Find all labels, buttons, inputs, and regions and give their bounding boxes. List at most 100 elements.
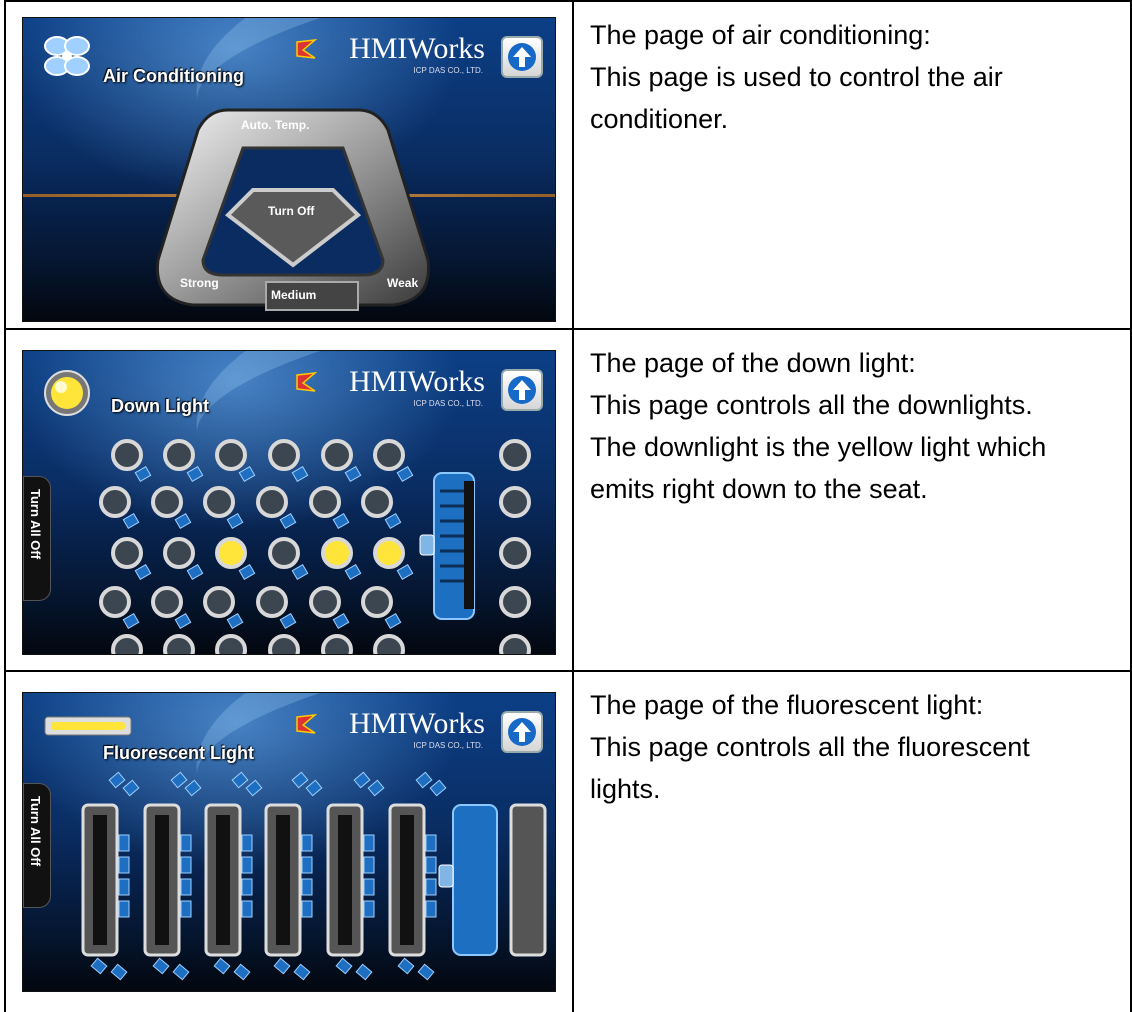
light-switch[interactable] xyxy=(293,963,311,981)
downlight-button[interactable] xyxy=(309,586,341,618)
light-switch[interactable] xyxy=(425,856,437,874)
light-switch[interactable] xyxy=(122,512,140,530)
back-button[interactable] xyxy=(501,711,543,753)
downlight-button[interactable] xyxy=(321,439,353,471)
downlight-button[interactable] xyxy=(268,439,300,471)
downlight-button[interactable] xyxy=(111,439,143,471)
light-switch[interactable] xyxy=(241,900,253,918)
light-switch[interactable] xyxy=(118,856,130,874)
slider-knob[interactable] xyxy=(438,864,454,888)
light-switch[interactable] xyxy=(363,856,375,874)
medium-button[interactable]: Medium xyxy=(271,288,316,302)
light-switch[interactable] xyxy=(134,563,152,581)
light-switch[interactable] xyxy=(273,957,291,975)
light-switch[interactable] xyxy=(174,512,192,530)
light-switch[interactable] xyxy=(184,779,202,797)
light-switch[interactable] xyxy=(213,957,231,975)
turn-all-off-button[interactable]: Turn All Off xyxy=(23,476,51,601)
light-switch[interactable] xyxy=(118,878,130,896)
light-switch[interactable] xyxy=(429,779,447,797)
light-switch[interactable] xyxy=(363,878,375,896)
downlight-button[interactable] xyxy=(268,537,300,569)
dimmer-slider[interactable] xyxy=(418,471,478,621)
light-switch[interactable] xyxy=(152,957,170,975)
downlight-button[interactable] xyxy=(111,634,143,655)
light-switch[interactable] xyxy=(397,957,415,975)
light-switch[interactable] xyxy=(363,834,375,852)
light-switch[interactable] xyxy=(118,900,130,918)
light-switch[interactable] xyxy=(332,512,350,530)
light-switch[interactable] xyxy=(355,963,373,981)
light-switch[interactable] xyxy=(425,878,437,896)
light-switch[interactable] xyxy=(245,779,263,797)
light-switch[interactable] xyxy=(134,465,152,483)
light-switch[interactable] xyxy=(108,771,126,789)
light-switch[interactable] xyxy=(279,512,297,530)
light-switch[interactable] xyxy=(122,612,140,630)
light-switch[interactable] xyxy=(396,563,414,581)
light-switch[interactable] xyxy=(291,563,309,581)
downlight-button[interactable] xyxy=(215,634,247,655)
light-switch[interactable] xyxy=(172,963,190,981)
downlight-button[interactable] xyxy=(256,486,288,518)
downlight-button[interactable] xyxy=(499,537,531,569)
turn-all-off-button[interactable]: Turn All Off xyxy=(23,783,51,908)
downlight-button[interactable] xyxy=(203,486,235,518)
light-switch[interactable] xyxy=(231,771,249,789)
auto-temp-button[interactable]: Auto. Temp. xyxy=(241,118,309,132)
downlight-button[interactable] xyxy=(361,586,393,618)
downlight-button[interactable] xyxy=(215,439,247,471)
light-switch[interactable] xyxy=(305,779,323,797)
back-button[interactable] xyxy=(501,36,543,78)
light-switch[interactable] xyxy=(335,957,353,975)
downlight-button[interactable] xyxy=(309,486,341,518)
downlight-button[interactable] xyxy=(256,586,288,618)
turn-off-button[interactable]: Turn Off xyxy=(268,204,314,218)
light-switch[interactable] xyxy=(417,963,435,981)
light-switch[interactable] xyxy=(186,563,204,581)
light-switch[interactable] xyxy=(238,465,256,483)
downlight-button[interactable] xyxy=(321,634,353,655)
downlight-button[interactable] xyxy=(151,486,183,518)
light-switch[interactable] xyxy=(180,878,192,896)
light-switch[interactable] xyxy=(363,900,375,918)
downlight-button[interactable] xyxy=(203,586,235,618)
light-switch[interactable] xyxy=(186,465,204,483)
back-button[interactable] xyxy=(501,369,543,411)
downlight-button[interactable] xyxy=(499,439,531,471)
light-switch[interactable] xyxy=(396,465,414,483)
light-switch[interactable] xyxy=(425,900,437,918)
light-switch[interactable] xyxy=(344,465,362,483)
light-switch[interactable] xyxy=(279,612,297,630)
downlight-button[interactable] xyxy=(499,486,531,518)
light-switch[interactable] xyxy=(233,963,251,981)
downlight-button[interactable] xyxy=(499,586,531,618)
downlight-button[interactable] xyxy=(163,634,195,655)
downlight-button[interactable] xyxy=(361,486,393,518)
light-switch[interactable] xyxy=(425,834,437,852)
downlight-button[interactable] xyxy=(268,634,300,655)
strong-button[interactable]: Strong xyxy=(180,276,219,290)
downlight-button[interactable] xyxy=(163,537,195,569)
light-switch[interactable] xyxy=(367,779,385,797)
light-switch[interactable] xyxy=(241,856,253,874)
fluorescent-lamp-button[interactable] xyxy=(509,803,547,957)
light-switch[interactable] xyxy=(180,900,192,918)
downlight-button[interactable] xyxy=(99,586,131,618)
downlight-button[interactable] xyxy=(499,634,531,655)
light-switch[interactable] xyxy=(291,771,309,789)
light-switch[interactable] xyxy=(118,834,130,852)
light-switch[interactable] xyxy=(238,563,256,581)
downlight-button[interactable] xyxy=(215,537,247,569)
light-switch[interactable] xyxy=(180,856,192,874)
light-switch[interactable] xyxy=(332,612,350,630)
light-switch[interactable] xyxy=(90,957,108,975)
light-switch[interactable] xyxy=(226,512,244,530)
light-switch[interactable] xyxy=(301,878,313,896)
light-switch[interactable] xyxy=(344,563,362,581)
light-switch[interactable] xyxy=(241,834,253,852)
dimmer-slider[interactable] xyxy=(452,804,498,956)
downlight-button[interactable] xyxy=(321,537,353,569)
weak-button[interactable]: Weak xyxy=(387,276,418,290)
downlight-button[interactable] xyxy=(99,486,131,518)
